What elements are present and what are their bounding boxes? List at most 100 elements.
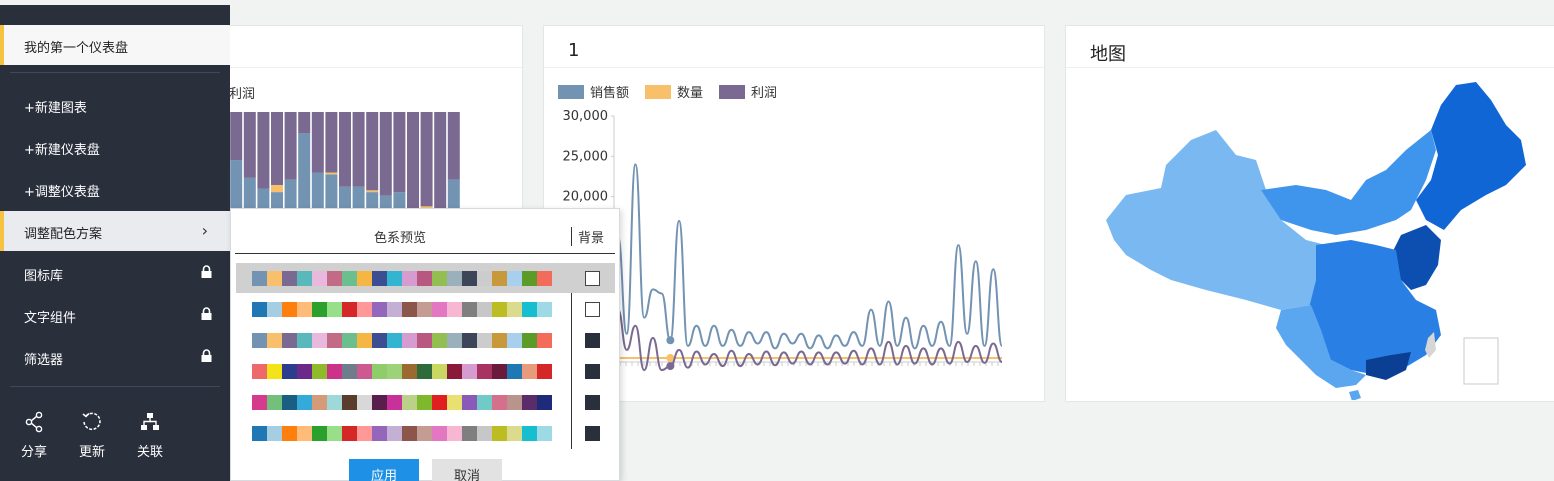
line-chart-legend: 销售额 数量 利润 (558, 82, 777, 101)
sidebar-item-filter[interactable]: 筛选器 (0, 337, 230, 377)
refresh-button[interactable]: 更新 (67, 405, 117, 460)
map-region-hainan[interactable] (1349, 390, 1361, 400)
bar-segment-quantity (325, 172, 338, 175)
color-swatch (267, 364, 282, 379)
sidebar-item-new-chart[interactable]: +新建图表 (0, 85, 230, 125)
series-point-profit (666, 362, 675, 371)
background-swatch (585, 364, 600, 379)
color-scheme-row[interactable] (236, 294, 615, 324)
color-swatch (477, 302, 492, 317)
color-swatch (417, 333, 432, 348)
sidebar-item-icon-library[interactable]: 图标库 (0, 253, 230, 293)
color-swatch (357, 333, 372, 348)
color-swatch (297, 271, 312, 286)
color-scheme-row[interactable] (236, 325, 615, 355)
link-button[interactable]: 关联 (125, 405, 175, 460)
sidebar-item-text-widget[interactable]: 文字组件 (0, 295, 230, 335)
color-swatch (507, 364, 522, 379)
color-swatch (462, 271, 477, 286)
color-scheme-row[interactable] (236, 356, 615, 386)
color-swatch (507, 302, 522, 317)
legend-item-quantity[interactable]: 数量 (645, 82, 703, 101)
bar-segment-profit (366, 112, 379, 191)
color-swatch (462, 333, 477, 348)
legend-item-profit[interactable]: 利润 (719, 82, 777, 101)
background-swatch (585, 302, 600, 317)
color-swatch (522, 302, 537, 317)
color-swatch (342, 426, 357, 441)
share-button[interactable]: 分享 (9, 405, 59, 460)
color-swatch (312, 426, 327, 441)
color-swatch (267, 271, 282, 286)
bar-segment-profit (325, 112, 338, 173)
color-swatch (477, 364, 492, 379)
dashboard-selector[interactable]: 我的第一个仪表盘 (0, 25, 230, 65)
background-swatch (585, 426, 600, 441)
lock-icon (201, 307, 212, 320)
bar-segment-profit (447, 112, 460, 180)
color-swatch (387, 426, 402, 441)
cancel-button[interactable]: 取消 (432, 459, 502, 481)
bar-segment-profit (420, 112, 433, 207)
color-swatch (492, 364, 507, 379)
color-swatch (297, 364, 312, 379)
color-scheme-row[interactable] (236, 263, 615, 293)
color-swatch (537, 364, 552, 379)
card-title: 地图 (1066, 26, 1554, 68)
color-swatch (387, 395, 402, 410)
card-title: 1 (544, 26, 1044, 68)
color-swatch (312, 364, 327, 379)
color-swatch (252, 364, 267, 379)
sidebar-item-color-scheme[interactable]: 调整配色方案 › (0, 211, 230, 251)
color-swatch (462, 364, 477, 379)
color-swatch (462, 302, 477, 317)
color-scheme-row[interactable] (236, 418, 615, 448)
color-swatch (312, 395, 327, 410)
color-swatch (282, 426, 297, 441)
color-swatch (372, 302, 387, 317)
bar-segment-profit (311, 112, 324, 173)
color-swatch (297, 333, 312, 348)
bar-segment-profit (284, 112, 297, 180)
popup-title: 色系预览 (374, 231, 427, 246)
color-swatch (417, 426, 432, 441)
color-swatch (387, 302, 402, 317)
color-swatch (507, 271, 522, 286)
color-swatch (402, 364, 417, 379)
color-swatch (432, 271, 447, 286)
color-swatch (402, 426, 417, 441)
swatch-strip (252, 364, 552, 379)
sidebar-item-label: 图标库 (24, 269, 64, 284)
background-swatch (585, 271, 600, 286)
color-swatch (342, 333, 357, 348)
color-swatch (357, 364, 372, 379)
color-swatch (327, 271, 342, 286)
color-swatch (477, 333, 492, 348)
sidebar-item-adjust-dashboard[interactable]: +调整仪表盘 (0, 169, 230, 209)
apply-button[interactable]: 应用 (349, 459, 419, 481)
legend-item-sales[interactable]: 销售额 (558, 82, 629, 101)
bar-segment-profit (271, 112, 283, 185)
color-swatch (417, 395, 432, 410)
sidebar-divider (10, 72, 220, 73)
sidebar-item-new-dashboard[interactable]: +新建仪表盘 (0, 127, 230, 167)
color-scheme-row[interactable] (236, 387, 615, 417)
color-swatch (357, 271, 372, 286)
map-region-north[interactable] (1261, 130, 1436, 235)
color-swatch (492, 271, 507, 286)
color-swatch (252, 426, 267, 441)
series-point-sales (666, 336, 675, 345)
sidebar: 我的第一个仪表盘 +新建图表 +新建仪表盘 +调整仪表盘 调整配色方案 › 图标… (0, 5, 230, 481)
color-swatch (537, 426, 552, 441)
bar-segment-profit (257, 112, 270, 189)
swatch-strip (252, 302, 552, 317)
color-swatch (402, 333, 417, 348)
bar-segment-profit (243, 112, 256, 178)
color-swatch (537, 271, 552, 286)
color-swatch (357, 302, 372, 317)
sidebar-item-label: 文字组件 (24, 311, 77, 326)
color-swatch (387, 271, 402, 286)
header-divider (235, 253, 615, 254)
color-swatch (522, 271, 537, 286)
swatch-strip (252, 395, 552, 410)
